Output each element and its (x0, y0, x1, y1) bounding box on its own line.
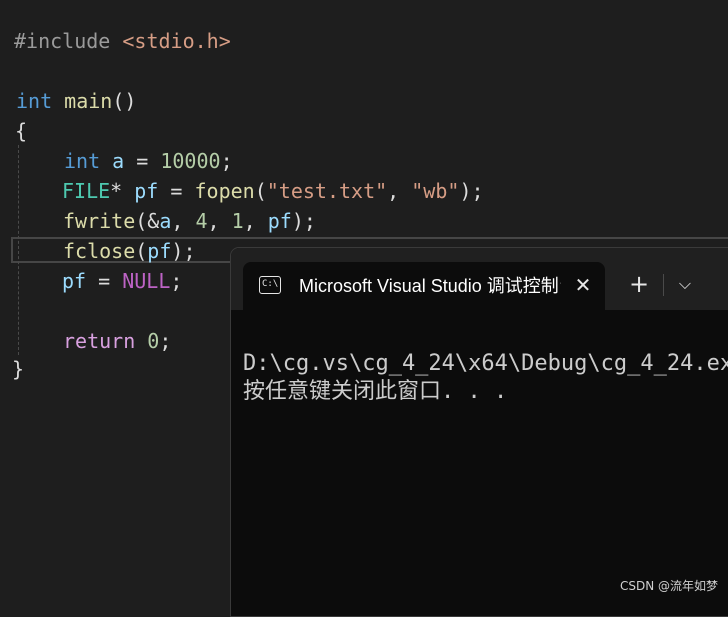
brace-close: } (12, 357, 25, 381)
console-tab-title: Microsoft Visual Studio 调试控制台 (299, 276, 561, 296)
code-line-brace-close: } (12, 354, 24, 384)
titlebar-divider (663, 274, 664, 296)
variable-pf: pf (147, 239, 172, 263)
plus-icon[interactable]: + (625, 270, 653, 298)
code-line-fclose: fclose(pf); (63, 236, 195, 266)
indent-guide (18, 145, 19, 355)
semicolon: ; (170, 269, 183, 293)
code-line-brace-open: { (15, 116, 27, 146)
number-10000: 10000 (160, 149, 221, 173)
semicolon: ; (220, 149, 233, 173)
number-4: 4 (195, 209, 208, 233)
code-line-fwrite: fwrite(&a, 4, 1, pf); (63, 206, 316, 236)
number-1: 1 (231, 209, 244, 233)
paren-close: ) (291, 209, 304, 233)
code-line-int-a: int a = 10000; (64, 146, 233, 176)
equals: = (124, 149, 161, 173)
ampersand: & (147, 209, 160, 233)
string-mode: "wb" (411, 179, 460, 203)
paren-open: ( (135, 239, 148, 263)
paren-open: ( (254, 179, 267, 203)
variable-pf: pf (62, 269, 87, 293)
console-output-prompt: 按任意键关闭此窗口. . . (243, 379, 508, 404)
comma: , (387, 179, 412, 203)
variable-pf: pf (267, 209, 292, 233)
function-main: main (64, 89, 113, 113)
macro-null: NULL (122, 269, 171, 293)
include-directive: #include (14, 29, 111, 53)
semicolon: ; (303, 209, 316, 233)
keyword-int: int (16, 89, 53, 113)
close-icon[interactable]: ✕ (571, 273, 595, 297)
number-0: 0 (147, 329, 160, 353)
comma: , (171, 209, 196, 233)
code-line-null: pf = NULL; (62, 266, 182, 296)
code-line-include: #include <stdio.h> (14, 26, 231, 56)
console-tab[interactable]: C:\ Microsoft Visual Studio 调试控制台 ✕ (243, 262, 605, 310)
equals: = (86, 269, 123, 293)
debug-console-window[interactable]: C:\ Microsoft Visual Studio 调试控制台 ✕ + ⌵ … (230, 247, 728, 617)
paren-open: ( (135, 209, 148, 233)
keyword-return: return (63, 329, 136, 353)
paren-close: ) (171, 239, 184, 263)
chevron-down-icon[interactable]: ⌵ (671, 270, 699, 298)
console-titlebar[interactable]: C:\ Microsoft Visual Studio 调试控制台 ✕ + ⌵ (231, 248, 728, 310)
variable-a: a (112, 149, 125, 173)
terminal-icon: C:\ (259, 276, 281, 294)
variable-pf: pf (134, 179, 159, 203)
console-output-path: D:\cg.vs\cg_4_24\x64\Debug\cg_4_24.exe (243, 351, 728, 376)
watermark: CSDN @流年如梦 (619, 579, 718, 593)
function-fopen: fopen (194, 179, 255, 203)
parens: () (112, 89, 137, 113)
variable-a: a (159, 209, 172, 233)
semicolon: ; (471, 179, 484, 203)
code-line-return: return 0; (63, 326, 171, 356)
string-filename: "test.txt" (266, 179, 388, 203)
semicolon: ; (159, 329, 172, 353)
include-file: <stdio.h> (122, 29, 231, 53)
equals: = (158, 179, 195, 203)
paren-close: ) (459, 179, 472, 203)
pointer-star: * (110, 179, 123, 203)
type-file: FILE (62, 179, 111, 203)
brace-open: { (15, 119, 28, 143)
comma: , (207, 209, 232, 233)
function-fwrite: fwrite (63, 209, 136, 233)
code-line-fopen: FILE* pf = fopen("test.txt", "wb"); (62, 176, 484, 206)
comma: , (243, 209, 268, 233)
semicolon: ; (183, 239, 196, 263)
keyword-int: int (64, 149, 101, 173)
code-line-main: int main() (16, 86, 136, 116)
function-fclose: fclose (63, 239, 136, 263)
